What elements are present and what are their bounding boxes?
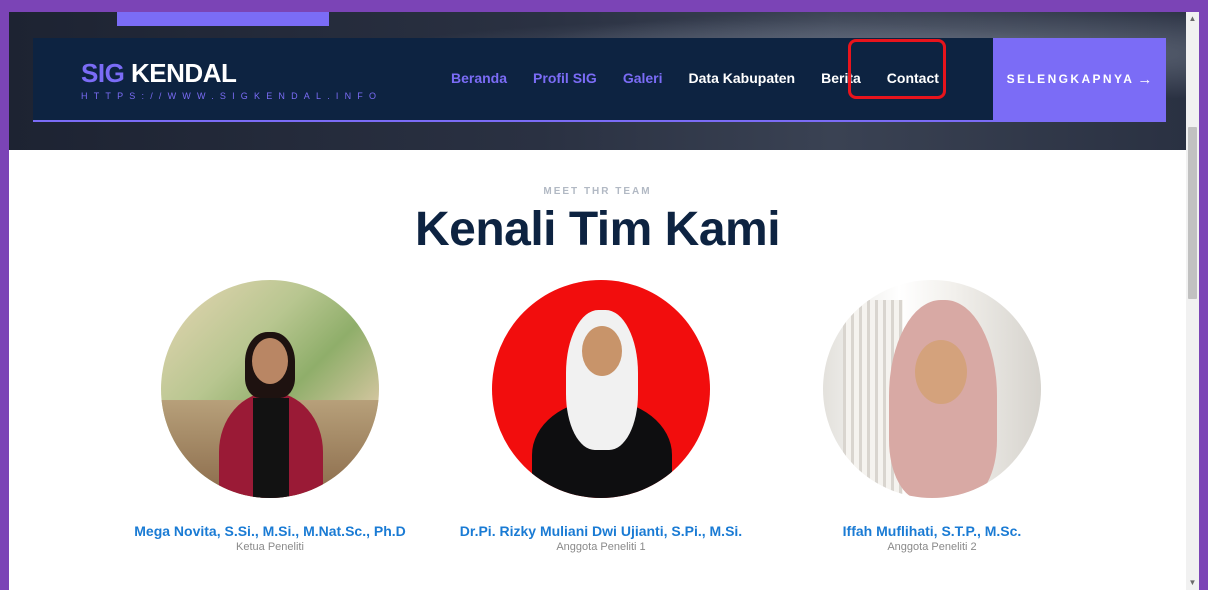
team-member-card: Mega Novita, S.Si., M.Si., M.Nat.Sc., Ph… bbox=[110, 280, 430, 553]
main-navbar: SIG KENDAL HTTPS://WWW.SIGKENDAL.INFO Be… bbox=[33, 38, 1166, 122]
scroll-up-arrow-icon[interactable]: ▲ bbox=[1186, 12, 1199, 26]
nav-link-profil-sig[interactable]: Profil SIG bbox=[533, 70, 597, 86]
brand-title-kendal: KENDAL bbox=[131, 58, 237, 88]
brand-title: SIG KENDAL bbox=[81, 58, 382, 89]
section-eyebrow: MEET THR TEAM bbox=[543, 186, 652, 197]
page-scrollbar[interactable]: ▲ ▼ bbox=[1186, 12, 1199, 590]
hero-accent-bar bbox=[117, 12, 329, 26]
cta-label: SELENGKAPNYA bbox=[1006, 72, 1135, 86]
member-name-link[interactable]: Mega Novita, S.Si., M.Si., M.Nat.Sc., Ph… bbox=[110, 523, 430, 539]
member-photo bbox=[823, 280, 1041, 498]
member-role: Anggota Peneliti 2 bbox=[887, 541, 977, 553]
hero-background: SIG KENDAL HTTPS://WWW.SIGKENDAL.INFO Be… bbox=[9, 12, 1186, 150]
page-viewport: SIG KENDAL HTTPS://WWW.SIGKENDAL.INFO Be… bbox=[9, 12, 1186, 590]
section-title: Kenali Tim Kami bbox=[414, 203, 781, 256]
team-member-card: Iffah Muflihati, S.T.P., M.Sc. Anggota P… bbox=[772, 280, 1092, 553]
contact-highlight-box bbox=[848, 39, 946, 99]
brand-title-sig: SIG bbox=[81, 58, 125, 88]
member-photo bbox=[161, 280, 379, 498]
window-frame bbox=[1199, 0, 1208, 590]
member-role: Ketua Peneliti bbox=[236, 541, 304, 553]
nav-link-galeri[interactable]: Galeri bbox=[623, 70, 663, 86]
scrollbar-thumb[interactable] bbox=[1188, 127, 1197, 299]
team-member-card: Dr.Pi. Rizky Muliani Dwi Ujianti, S.Pi.,… bbox=[441, 280, 761, 553]
member-photo bbox=[492, 280, 710, 498]
nav-link-beranda[interactable]: Beranda bbox=[451, 70, 507, 86]
scroll-down-arrow-icon[interactable]: ▼ bbox=[1186, 576, 1199, 590]
brand-url: HTTPS://WWW.SIGKENDAL.INFO bbox=[81, 91, 383, 101]
arrow-right-icon: → bbox=[1137, 70, 1153, 88]
member-name-link[interactable]: Dr.Pi. Rizky Muliani Dwi Ujianti, S.Pi.,… bbox=[441, 523, 761, 539]
member-role: Anggota Peneliti 1 bbox=[556, 541, 646, 553]
nav-link-data-kabupaten[interactable]: Data Kabupaten bbox=[689, 70, 796, 86]
brand-logo[interactable]: SIG KENDAL HTTPS://WWW.SIGKENDAL.INFO bbox=[81, 58, 382, 101]
member-name-link[interactable]: Iffah Muflihati, S.T.P., M.Sc. bbox=[772, 523, 1092, 539]
selengkapnya-button[interactable]: SELENGKAPNYA → bbox=[993, 38, 1166, 120]
